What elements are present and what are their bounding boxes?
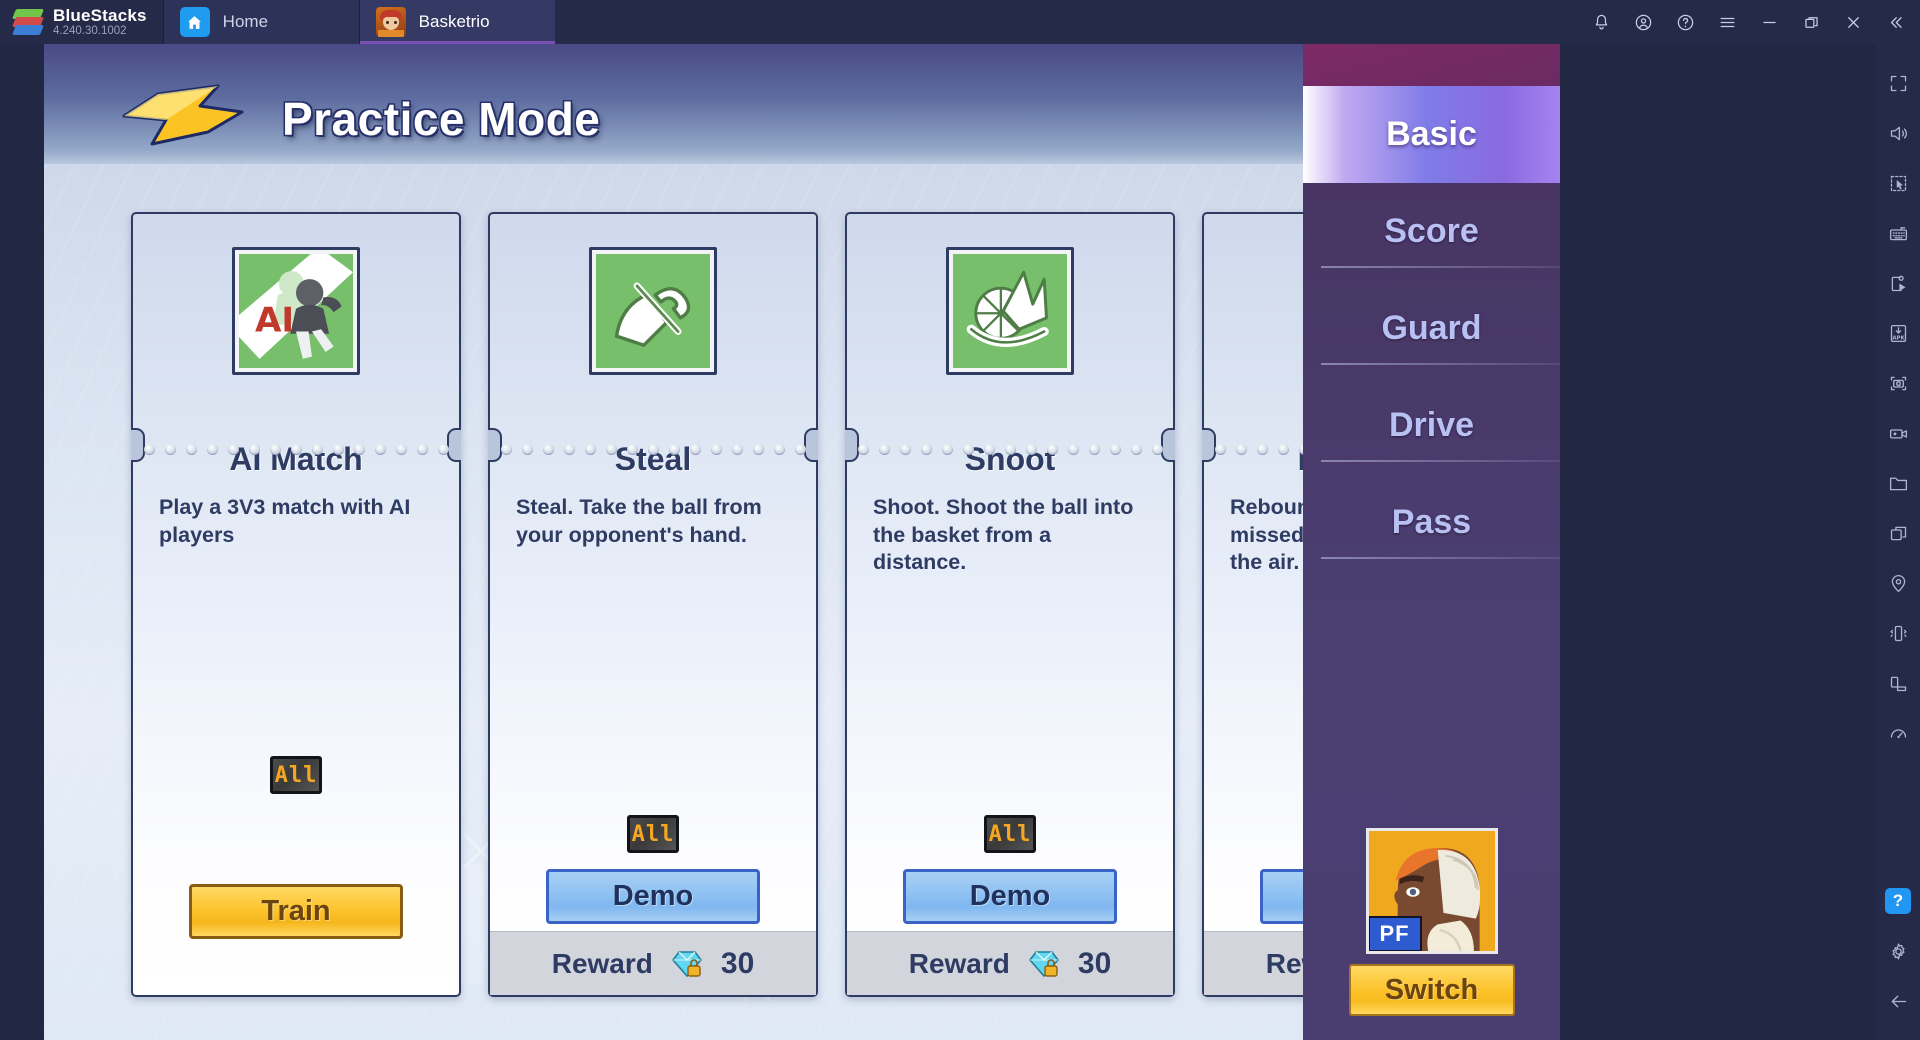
tab-basketrio[interactable]: Basketrio	[358, 0, 555, 44]
difficulty-badge[interactable]: All	[270, 756, 322, 794]
steal-icon	[596, 254, 710, 368]
bluestacks-logo-block: BlueStacks 4.240.30.1002	[0, 0, 163, 44]
game-viewport[interactable]: Practice Mode AI AI Match Play a 3V3 mat…	[44, 44, 1560, 1040]
switch-button[interactable]: Switch	[1348, 964, 1515, 1016]
reward-label: Reward	[908, 947, 1010, 979]
tab-home-label: Home	[222, 12, 269, 31]
tab-home[interactable]: Home	[162, 0, 359, 44]
reward-label: Reward	[551, 947, 653, 979]
card-description: Play a 3V3 match with AI players	[159, 495, 411, 547]
character-avatar[interactable]: PF	[1365, 828, 1498, 954]
fullscreen-icon[interactable]	[1876, 58, 1920, 108]
lightning-arrow-icon	[122, 84, 244, 146]
record-icon[interactable]	[1876, 408, 1920, 458]
bluestacks-sidebar: APK ?	[1876, 44, 1920, 1040]
svg-text:APK: APK	[1892, 335, 1905, 341]
titlebar-spacer	[555, 0, 1580, 44]
titlebar-actions	[1580, 0, 1920, 44]
screenshot-icon[interactable]	[1876, 358, 1920, 408]
menu-item-drive[interactable]: Drive	[1303, 377, 1560, 474]
performance-icon[interactable]	[1876, 708, 1920, 758]
rotate-icon[interactable]	[1876, 658, 1920, 708]
minimize-icon[interactable]	[1748, 0, 1790, 44]
position-badge: PF	[1368, 916, 1422, 951]
media-folder-icon[interactable]	[1876, 458, 1920, 508]
card-thumbnail: AI	[232, 247, 360, 375]
menu-item-guard[interactable]: Guard	[1303, 280, 1560, 377]
shake-icon[interactable]	[1876, 608, 1920, 658]
reward-value: 30	[720, 946, 755, 980]
locked-gem-icon	[1028, 950, 1059, 977]
character-block: PF Switch	[1303, 828, 1560, 1016]
card-thumbnail	[589, 247, 717, 375]
perforation-row	[133, 438, 459, 460]
card-description: Steal. Take the ball from your opponent'…	[516, 495, 762, 547]
volume-icon[interactable]	[1876, 108, 1920, 158]
menu-item-basic[interactable]: Basic	[1303, 86, 1560, 183]
location-icon[interactable]	[1876, 558, 1920, 608]
help-icon-glyph: ?	[1885, 888, 1911, 914]
page-title: Practice Mode	[282, 93, 601, 145]
multi-select-icon[interactable]	[1876, 158, 1920, 208]
version-label: 4.240.30.1002	[53, 24, 127, 37]
game-side-menu: Overview Basic Score Guard Drive Pass	[1303, 44, 1560, 1040]
app-icon	[375, 7, 406, 37]
locked-gem-icon	[671, 950, 702, 977]
reward-value: 30	[1077, 946, 1112, 980]
menu-item-drive-label: Drive	[1388, 406, 1475, 444]
bluestacks-logo-icon	[11, 7, 45, 37]
account-icon[interactable]	[1622, 0, 1664, 44]
back-arrow-icon[interactable]	[1876, 976, 1920, 1026]
demo-button[interactable]: Demo	[903, 869, 1117, 924]
restore-icon[interactable]	[1790, 0, 1832, 44]
reward-bar: Reward 30	[847, 931, 1173, 995]
help-icon[interactable]	[1664, 0, 1706, 44]
ai-match-icon: AI	[239, 254, 353, 368]
brand-name: BlueStacks	[53, 6, 147, 26]
card-thumbnail	[946, 247, 1074, 375]
train-button[interactable]: Train	[189, 884, 403, 939]
menu-item-guard-label: Guard	[1381, 309, 1482, 347]
svg-text:AI: AI	[255, 301, 294, 341]
home-icon	[179, 7, 210, 37]
demo-button[interactable]: Demo	[546, 869, 760, 924]
multi-instance-icon[interactable]	[1876, 508, 1920, 558]
keyboard-icon[interactable]	[1876, 208, 1920, 258]
difficulty-badge[interactable]: All	[984, 815, 1036, 853]
settings-gear-icon[interactable]	[1876, 926, 1920, 976]
menu-item-score-label: Score	[1384, 212, 1479, 250]
macro-icon[interactable]	[1876, 258, 1920, 308]
notifications-icon[interactable]	[1580, 0, 1622, 44]
titlebar: BlueStacks 4.240.30.1002 Home Basketrio	[0, 0, 1920, 44]
menu-icon[interactable]	[1706, 0, 1748, 44]
tab-basketrio-label: Basketrio	[418, 12, 490, 31]
practice-card[interactable]: Steal Steal. Take the ball from your opp…	[488, 212, 818, 997]
perforation-row	[490, 438, 816, 460]
help-icon[interactable]: ?	[1876, 876, 1920, 926]
shoot-icon	[953, 254, 1067, 368]
menu-item-pass-label: Pass	[1391, 503, 1472, 541]
card-description: Shoot. Shoot the ball into the basket fr…	[873, 495, 1134, 575]
close-icon[interactable]	[1832, 0, 1874, 44]
perforation-row	[847, 438, 1173, 460]
menu-item-basic-label: Basic	[1386, 115, 1477, 153]
menu-item-pass[interactable]: Pass	[1303, 474, 1560, 571]
install-apk-icon[interactable]: APK	[1876, 308, 1920, 358]
practice-card[interactable]: Shoot Shoot. Shoot the ball into the bas…	[845, 212, 1175, 997]
reward-bar: Reward 30	[490, 931, 816, 995]
menu-item-score[interactable]: Score	[1303, 183, 1560, 280]
practice-card[interactable]: AI AI Match Play a 3V3 match with AI pla…	[131, 212, 461, 997]
collapse-icon[interactable]	[1874, 0, 1916, 44]
difficulty-badge[interactable]: All	[627, 815, 679, 853]
